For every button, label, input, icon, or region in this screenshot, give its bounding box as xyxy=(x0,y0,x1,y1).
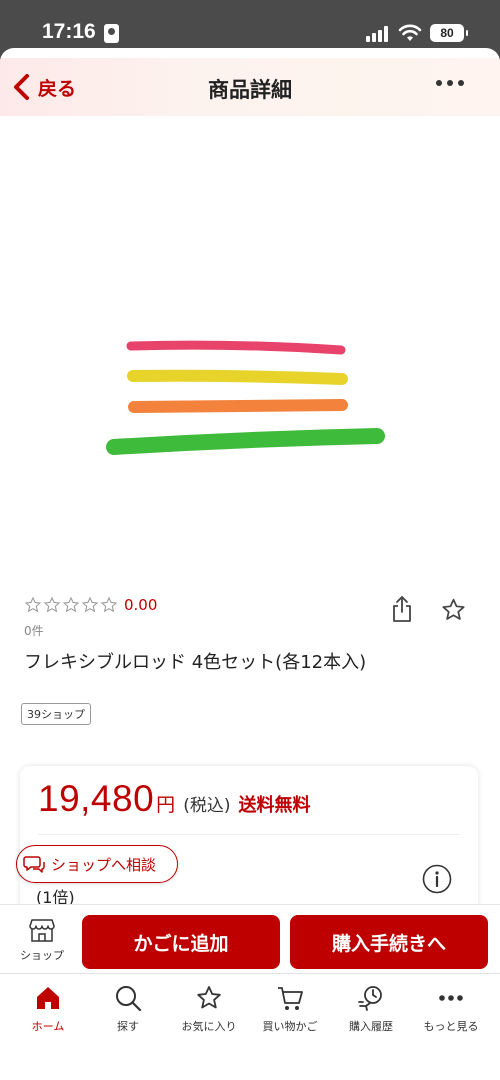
nav-bar: 戻る 商品詳細 xyxy=(0,58,500,116)
shop-button-label: ショップ xyxy=(20,949,64,962)
star-icon xyxy=(197,986,221,1009)
more-icon xyxy=(439,995,463,1001)
shop-consult-label: ショップへ相談 xyxy=(51,855,157,874)
shop-consult-button[interactable]: ショップへ相談 xyxy=(16,845,178,883)
tab-search[interactable]: 探す xyxy=(88,984,168,1034)
tab-home[interactable]: ホーム xyxy=(8,984,88,1034)
review-count[interactable]: 0件 xyxy=(24,622,44,639)
price-row: 19,480 円 (税込) 送料無料 xyxy=(38,778,310,820)
tab-label: 購入履歴 xyxy=(349,1020,393,1033)
checkout-button[interactable]: 購入手続きへ xyxy=(290,915,488,969)
wifi-icon xyxy=(398,24,422,41)
rod-green xyxy=(106,428,385,455)
add-to-cart-button[interactable]: かごに追加 xyxy=(82,915,280,969)
price-amount: 19,480 xyxy=(38,778,155,819)
rating-stars xyxy=(24,596,118,614)
tab-history[interactable]: 購入履歴 xyxy=(331,984,411,1034)
tab-label: 探す xyxy=(117,1020,139,1033)
shop-button[interactable]: ショップ xyxy=(14,917,70,963)
cart-icon xyxy=(278,987,303,1010)
product-image[interactable] xyxy=(0,116,500,596)
product-name: フレキシブルロッド 4色セット(各12本入) xyxy=(24,652,367,673)
favorite-star-icon[interactable] xyxy=(440,597,467,623)
star-outline-icon xyxy=(43,596,61,613)
price-currency: 円 xyxy=(156,794,176,816)
tab-label: ホーム xyxy=(31,1020,65,1033)
rod-orange xyxy=(128,399,348,413)
tab-label: 買い物かご xyxy=(262,1020,318,1033)
person-icon xyxy=(104,24,119,43)
star-outline-icon xyxy=(24,596,42,613)
star-outline-icon xyxy=(81,596,99,613)
store-icon xyxy=(29,919,55,942)
tab-label: お気に入り xyxy=(181,1020,237,1033)
rod-red xyxy=(126,340,346,355)
shop-tag[interactable]: 39ショップ xyxy=(21,703,91,725)
more-options-button[interactable] xyxy=(436,80,464,86)
tab-label: もっと見る xyxy=(423,1020,479,1033)
divider xyxy=(38,834,460,835)
bottom-tab-bar: ホーム 探す お気に入り 買い物かご 購入履歴 もっと見る xyxy=(0,973,500,1080)
rod-yellow xyxy=(127,369,348,385)
history-icon xyxy=(358,986,382,1011)
signal-icon xyxy=(366,26,390,42)
status-time: 17:16 xyxy=(42,20,96,43)
product-detail-sheet: 戻る 商品詳細 0.00 0件 フレキシブルロッド 4色セット(各12本入) 3… xyxy=(0,48,500,1080)
tax-note: (税込) xyxy=(183,796,231,816)
search-icon xyxy=(116,986,142,1012)
share-icon[interactable] xyxy=(390,595,414,623)
battery-icon: 80 xyxy=(430,24,468,42)
rating[interactable]: 0.00 xyxy=(24,596,157,614)
tab-cart[interactable]: 買い物かご xyxy=(250,984,330,1034)
info-icon[interactable] xyxy=(422,864,452,894)
page-title: 商品詳細 xyxy=(208,78,292,102)
chat-icon xyxy=(23,856,45,873)
home-icon xyxy=(37,987,59,1009)
tab-more[interactable]: もっと見る xyxy=(411,984,491,1034)
star-outline-icon xyxy=(62,596,80,613)
free-shipping-label: 送料無料 xyxy=(238,795,311,816)
tab-favorites[interactable]: お気に入り xyxy=(169,984,249,1034)
star-outline-icon xyxy=(100,596,118,613)
rating-value: 0.00 xyxy=(124,596,158,614)
purchase-action-bar: ショップ かごに追加 購入手続きへ xyxy=(0,904,500,969)
